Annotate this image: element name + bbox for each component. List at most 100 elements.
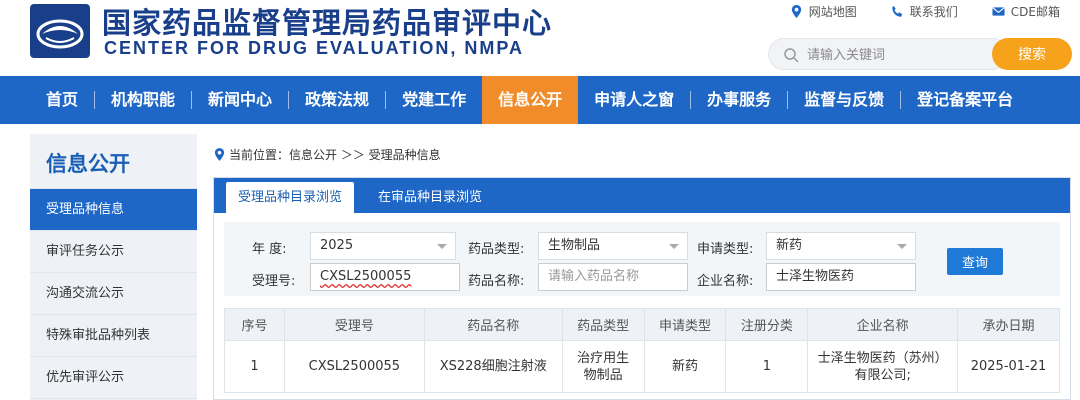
cde-logo-icon[interactable]: [30, 4, 90, 58]
column-header: 申请类型: [643, 308, 727, 341]
search-icon: [784, 48, 799, 63]
chevron-down-icon: [669, 244, 679, 249]
nav-label: 机构职能: [111, 90, 176, 109]
nav-news[interactable]: 新闻中心: [192, 76, 288, 124]
query-button[interactable]: 查询: [947, 248, 1003, 275]
site-title-en: CENTER FOR DRUG EVALUATION, NMPA: [104, 38, 524, 58]
search-button[interactable]: 搜索: [992, 38, 1072, 70]
sidebar: 信息公开 受理品种信息 审评任务公示 沟通交流公示 特殊审批品种列表 优先审评公…: [30, 134, 197, 400]
breadcrumb: 当前位置：信息公开 ＞＞ 受理品种信息: [214, 146, 441, 163]
cell-reg-class: 1: [725, 340, 809, 393]
column-header: 药品类型: [561, 308, 645, 341]
nav-label: 信息公开: [482, 76, 579, 124]
drug-type-value: 生物制品: [548, 238, 601, 253]
cell-drug-name: XS228细胞注射液: [423, 340, 563, 393]
nav-label: 申请人之窗: [594, 90, 675, 109]
phone-icon: [892, 5, 902, 17]
company-label: 企业名称:: [697, 274, 754, 289]
apply-type-value: 新药: [776, 238, 803, 253]
table-header-row: 序号 受理号 药品名称 药品类型 申请类型 注册分类 企业名称 承办日期: [224, 308, 1060, 341]
drug-name-input[interactable]: 请输入药品名称: [538, 263, 688, 291]
site-title-cn: 国家药品监督管理局药品审评中心: [102, 6, 553, 40]
query-panel: 受理品种目录浏览 在审品种目录浏览 年 度: 2025 药品类型: 生物制品 申…: [213, 177, 1071, 400]
site-header: 国家药品监督管理局药品审评中心 CENTER FOR DRUG EVALUATI…: [0, 0, 1080, 76]
cell-accept-no: CXSL2500055: [283, 340, 425, 393]
accept-no-label: 受理号:: [252, 274, 296, 289]
location-pin-icon: [214, 148, 225, 161]
nav-applicant[interactable]: 申请人之窗: [578, 76, 690, 124]
nav-registration[interactable]: 登记备案平台: [901, 76, 1029, 124]
apply-type-label: 申请类型:: [697, 242, 754, 257]
cell-company-line: 有限公司;: [854, 367, 911, 383]
chevron-down-icon: [437, 244, 447, 249]
nav-label: 新闻中心: [208, 90, 273, 109]
filter-form: 年 度: 2025 药品类型: 生物制品 申请类型: 新药 受理号: CXSL2…: [224, 222, 1060, 296]
nav-label: 政策法规: [305, 90, 370, 109]
cell-drug-type-line: 治疗用生: [577, 350, 630, 366]
nav-label: 办事服务: [707, 90, 772, 109]
sidebar-item-priority-review[interactable]: 优先审评公示: [30, 357, 197, 399]
nav-home[interactable]: 首页: [30, 76, 94, 124]
column-header: 药品名称: [423, 308, 563, 341]
accept-no-value: CXSL2500055: [320, 269, 412, 284]
sidebar-item-special-approval[interactable]: 特殊审批品种列表: [30, 315, 197, 357]
column-header: 企业名称: [807, 308, 959, 341]
company-input[interactable]: 士泽生物医药: [766, 263, 916, 291]
site-search: 搜索: [768, 38, 1072, 70]
apply-type-select[interactable]: 新药: [766, 232, 916, 260]
cell-drug-type: 治疗用生 物制品: [561, 340, 645, 393]
cell-apply-type: 新药: [643, 340, 727, 393]
cell-index: 1: [224, 340, 285, 393]
company-value: 士泽生物医药: [776, 269, 855, 284]
contact-link[interactable]: 联系我们: [891, 3, 958, 20]
year-label: 年 度:: [252, 242, 287, 257]
drug-type-label: 药品类型:: [468, 242, 525, 257]
sitemap-label: 网站地图: [808, 5, 857, 19]
sidebar-item-accepted-varieties[interactable]: 受理品种信息: [30, 189, 197, 231]
search-box: [768, 38, 1008, 70]
nav-services[interactable]: 办事服务: [691, 76, 787, 124]
nav-label: 首页: [46, 90, 79, 109]
year-value: 2025: [320, 238, 354, 253]
nav-label: 监督与反馈: [804, 90, 885, 109]
sidebar-item-review-tasks[interactable]: 审评任务公示: [30, 231, 197, 273]
breadcrumb-text: 当前位置：信息公开 ＞＞ 受理品种信息: [229, 148, 441, 162]
mail-icon: [992, 7, 1005, 16]
chevron-down-icon: [897, 244, 907, 249]
sidebar-title: 信息公开: [30, 134, 197, 189]
tab-accepted-catalog[interactable]: 受理品种目录浏览: [226, 182, 355, 213]
nav-feedback[interactable]: 监督与反馈: [788, 76, 900, 124]
cell-company-line: 士泽生物医药（苏州）: [817, 350, 948, 366]
cell-drug-type-line: 物制品: [583, 367, 623, 383]
nav-label: 登记备案平台: [917, 90, 1014, 109]
nav-policy[interactable]: 政策法规: [289, 76, 385, 124]
column-header: 序号: [224, 308, 285, 341]
main-nav: 首页 机构职能 新闻中心 政策法规 党建工作 信息公开 申请人之窗 办事服务 监…: [0, 76, 1080, 124]
tab-bar: 受理品种目录浏览 在审品种目录浏览: [214, 178, 1070, 213]
top-links: 网站地图 联系我们 CDE邮箱: [790, 3, 1060, 20]
map-pin-icon: [791, 5, 801, 18]
column-header: 承办日期: [957, 308, 1060, 341]
tab-under-review-catalog[interactable]: 在审品种目录浏览: [366, 182, 494, 213]
sidebar-item-communication[interactable]: 沟通交流公示: [30, 273, 197, 315]
drug-name-label: 药品名称:: [468, 274, 525, 289]
nav-organization[interactable]: 机构职能: [95, 76, 191, 124]
table-row[interactable]: 1 CXSL2500055 XS228细胞注射液 治疗用生 物制品 新药 1 士…: [224, 340, 1060, 393]
cde-mail-label: CDE邮箱: [1010, 5, 1060, 19]
drug-type-select[interactable]: 生物制品: [538, 232, 688, 260]
search-input[interactable]: [807, 45, 997, 65]
drug-name-placeholder: 请输入药品名称: [548, 269, 640, 284]
year-select[interactable]: 2025: [310, 232, 456, 260]
sitemap-link[interactable]: 网站地图: [790, 3, 857, 20]
accept-no-input[interactable]: CXSL2500055: [310, 263, 460, 291]
column-header: 受理号: [283, 308, 425, 341]
contact-label: 联系我们: [909, 5, 958, 19]
cell-company: 士泽生物医药（苏州） 有限公司;: [807, 340, 959, 393]
nav-party[interactable]: 党建工作: [386, 76, 482, 124]
column-header: 注册分类: [725, 308, 809, 341]
results-table: 序号 受理号 药品名称 药品类型 申请类型 注册分类 企业名称 承办日期 1 C…: [224, 308, 1060, 393]
nav-label: 党建工作: [402, 90, 467, 109]
cell-date: 2025-01-21: [957, 340, 1060, 393]
cde-mail-link[interactable]: CDE邮箱: [992, 3, 1060, 20]
nav-info-public[interactable]: 信息公开: [482, 76, 579, 124]
